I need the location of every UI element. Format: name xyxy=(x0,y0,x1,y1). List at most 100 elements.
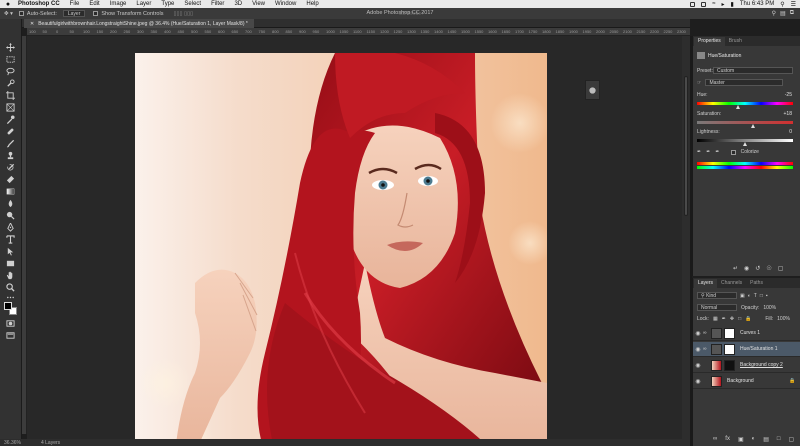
gradient-tool-icon[interactable] xyxy=(5,187,16,196)
document-image[interactable] xyxy=(135,53,547,440)
tab-brush[interactable]: Brush xyxy=(725,37,746,46)
hue-slider-thumb[interactable] xyxy=(735,105,740,109)
volume-icon[interactable]: ▸ xyxy=(722,1,725,8)
layer-style-icon[interactable]: fx xyxy=(725,436,730,443)
show-transform-checkbox[interactable] xyxy=(93,11,99,16)
filter-pixel-icon[interactable]: ▣ xyxy=(740,293,745,299)
status-icon[interactable] xyxy=(690,1,696,7)
rectangle-tool-icon[interactable] xyxy=(5,259,16,268)
menu-3d[interactable]: 3D xyxy=(234,1,242,7)
auto-select-dropdown[interactable]: Layer xyxy=(62,10,86,17)
align-icons[interactable]: ▯▯▯ ▯▯▯ xyxy=(173,11,193,17)
notification-center-icon[interactable]: ☰ xyxy=(791,1,796,8)
marquee-tool-icon[interactable] xyxy=(5,55,16,64)
layer-mask-thumbnail[interactable] xyxy=(724,327,735,339)
layer-name[interactable]: Hue/Saturation 1 xyxy=(740,346,778,352)
document-tab[interactable]: ✕ Beautifulgirlwithbrownhair.Longstraigh… xyxy=(24,19,254,28)
blend-mode-dropdown[interactable]: Normal xyxy=(697,304,737,311)
lasso-tool-icon[interactable] xyxy=(5,67,16,76)
add-mask-icon[interactable]: ▣ xyxy=(738,436,744,443)
menu-select[interactable]: Select xyxy=(184,1,201,7)
saturation-slider-thumb[interactable] xyxy=(751,124,756,128)
adjustment-layer-icon[interactable]: ◐ xyxy=(752,436,756,443)
pen-tool-icon[interactable] xyxy=(5,223,16,232)
visibility-icon[interactable]: ☉ xyxy=(766,265,771,272)
path-selection-tool-icon[interactable] xyxy=(5,247,16,256)
close-tab-icon[interactable]: ✕ xyxy=(30,21,34,27)
saturation-value[interactable]: +18 xyxy=(784,111,792,117)
eyedropper-plus-icon[interactable]: ✒ xyxy=(706,149,710,155)
chain-icon[interactable]: ∞ xyxy=(703,346,711,352)
quick-selection-tool-icon[interactable] xyxy=(5,79,16,88)
brush-tool-icon[interactable] xyxy=(5,139,16,148)
layer-row-selected[interactable]: ◉ ∞ Hue/Saturation 1 xyxy=(693,342,800,357)
channel-dropdown[interactable]: Master xyxy=(705,79,784,86)
move-tool-icon[interactable] xyxy=(5,43,16,52)
show-transform-option[interactable]: Show Transform Controls xyxy=(93,11,163,17)
menu-image[interactable]: Image xyxy=(110,1,127,7)
history-brush-tool-icon[interactable] xyxy=(5,163,16,172)
preset-dropdown[interactable]: Custom xyxy=(713,67,793,74)
layer-name[interactable]: Background copy 2 xyxy=(740,362,783,368)
share-icon[interactable]: ⧉ xyxy=(790,10,794,17)
lock-image-icon[interactable]: ✒ xyxy=(722,316,726,322)
zoom-tool-icon[interactable] xyxy=(5,283,16,292)
hue-value[interactable]: -25 xyxy=(785,92,792,98)
eyedropper-icon[interactable]: ✒ xyxy=(697,149,701,155)
healing-brush-tool-icon[interactable] xyxy=(5,127,16,136)
new-layer-icon[interactable]: □ xyxy=(777,436,781,443)
tab-layers[interactable]: Layers xyxy=(694,279,718,288)
visibility-eye-icon[interactable]: ◉ xyxy=(693,362,703,369)
zoom-level[interactable]: 36.36% xyxy=(4,440,21,446)
opacity-value[interactable]: 100% xyxy=(763,305,776,311)
lock-position-icon[interactable]: ✥ xyxy=(730,316,734,322)
dodge-tool-icon[interactable] xyxy=(5,211,16,220)
lightness-slider-thumb[interactable] xyxy=(742,142,747,146)
frame-tool-icon[interactable] xyxy=(5,103,16,112)
filter-kind-dropdown[interactable]: ⚲ Kind xyxy=(697,292,737,299)
wifi-icon[interactable]: ≈ xyxy=(712,1,715,7)
layer-name[interactable]: Curves 1 xyxy=(740,330,760,336)
layer-mask-thumbnail[interactable] xyxy=(724,359,735,371)
menu-filter[interactable]: Filter xyxy=(211,1,224,7)
hue-slider[interactable] xyxy=(697,102,793,105)
delete-layer-icon[interactable]: ▢ xyxy=(789,436,795,443)
battery-icon[interactable]: ▮ xyxy=(731,1,734,8)
auto-select-option[interactable]: Auto-Select: xyxy=(18,11,57,17)
eyedropper-minus-icon[interactable]: ✒ xyxy=(715,149,719,155)
lock-all-icon[interactable]: 🔒 xyxy=(745,316,751,322)
fill-value[interactable]: 100% xyxy=(777,316,790,322)
floating-panel-button[interactable] xyxy=(585,80,600,100)
screen-mode-icon[interactable] xyxy=(5,331,16,340)
auto-select-checkbox[interactable] xyxy=(18,11,24,16)
menu-view[interactable]: View xyxy=(252,1,265,7)
tab-paths[interactable]: Paths xyxy=(746,279,767,288)
horizontal-ruler[interactable]: 100 50 0 50 100 150 200 250 300 350 400 450 500 550 60… xyxy=(27,28,690,36)
blur-tool-icon[interactable] xyxy=(5,199,16,208)
delete-icon[interactable]: ▢ xyxy=(778,265,784,272)
menu-type[interactable]: Type xyxy=(161,1,174,7)
tab-properties[interactable]: Properties xyxy=(694,37,725,46)
lock-transparent-icon[interactable]: ▦ xyxy=(713,316,718,322)
layer-row[interactable]: ◉ ∞ Curves 1 xyxy=(693,326,800,341)
hand-tool-icon[interactable] xyxy=(5,271,16,280)
clone-stamp-tool-icon[interactable] xyxy=(5,151,16,160)
clip-to-layer-icon[interactable]: ↵ xyxy=(733,265,738,272)
scrollbar-thumb[interactable] xyxy=(684,76,688,216)
move-tool-preset-icon[interactable]: ✥ ▾ xyxy=(4,11,13,17)
crop-tool-icon[interactable] xyxy=(5,91,16,100)
eyedropper-tool-icon[interactable] xyxy=(5,115,16,124)
visibility-eye-icon[interactable]: ◉ xyxy=(693,378,703,385)
saturation-slider[interactable] xyxy=(697,121,793,124)
filter-shape-icon[interactable]: □ xyxy=(760,293,763,299)
search-icon[interactable]: ⚲ xyxy=(772,10,776,17)
layer-row[interactable]: ◉ Background 🔒 xyxy=(693,374,800,389)
foreground-color-swatch[interactable] xyxy=(4,302,12,310)
lock-artboard-icon[interactable]: □ xyxy=(738,316,741,322)
eraser-tool-icon[interactable] xyxy=(5,175,16,184)
status-icon[interactable] xyxy=(701,1,707,7)
layer-mask-thumbnail[interactable] xyxy=(724,343,735,355)
link-layers-icon[interactable]: ∞ xyxy=(713,436,717,443)
reset-icon[interactable]: ↺ xyxy=(755,265,760,272)
workspace-icon[interactable]: ▤ xyxy=(780,10,786,17)
